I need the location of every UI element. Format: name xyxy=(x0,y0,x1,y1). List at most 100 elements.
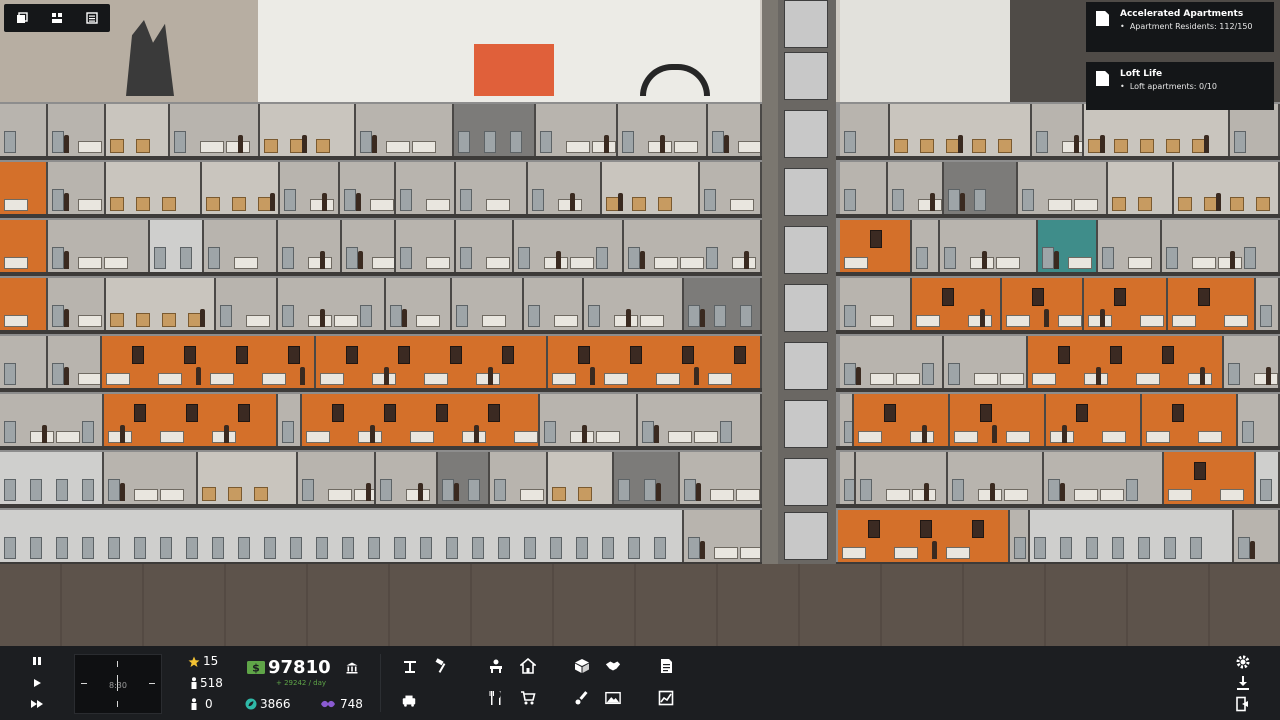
tenant-worker[interactable] xyxy=(660,135,665,153)
room-storage[interactable] xyxy=(548,452,614,504)
room-orange[interactable] xyxy=(0,278,48,330)
shop-cart-icon[interactable] xyxy=(520,690,536,706)
home-icon[interactable] xyxy=(520,658,536,674)
room-office[interactable] xyxy=(940,220,1038,272)
tenant-worker[interactable] xyxy=(358,251,363,269)
room-dark[interactable] xyxy=(614,452,680,504)
hammer-icon[interactable] xyxy=(434,658,450,674)
room-office[interactable] xyxy=(216,278,278,330)
room-office[interactable] xyxy=(204,220,278,272)
room-office[interactable] xyxy=(48,104,106,156)
room-office[interactable] xyxy=(524,278,584,330)
room-orange[interactable] xyxy=(854,394,950,446)
room-office[interactable] xyxy=(280,162,340,214)
room-office[interactable] xyxy=(584,278,684,330)
room-office[interactable] xyxy=(1010,510,1030,562)
elevator-car[interactable] xyxy=(784,342,828,390)
room-office[interactable] xyxy=(376,452,438,504)
room-office[interactable] xyxy=(0,394,104,446)
room-orange[interactable] xyxy=(104,394,278,446)
room-office[interactable] xyxy=(624,220,762,272)
tenant-worker[interactable] xyxy=(320,309,325,327)
elevator-car[interactable] xyxy=(784,226,828,274)
tenant-worker[interactable] xyxy=(582,425,587,443)
room-office[interactable] xyxy=(48,220,150,272)
construct-icon[interactable] xyxy=(402,658,418,674)
handshake-icon[interactable] xyxy=(605,658,621,674)
room-storage[interactable] xyxy=(198,452,298,504)
room-office[interactable] xyxy=(700,162,762,214)
tenant-worker[interactable] xyxy=(64,309,69,327)
room-office[interactable] xyxy=(638,394,762,446)
elevator-car[interactable] xyxy=(784,52,828,100)
tenant-worker[interactable] xyxy=(1044,309,1049,327)
tenant-worker[interactable] xyxy=(694,367,699,385)
room-orange[interactable] xyxy=(950,394,1046,446)
room-office[interactable] xyxy=(680,452,762,504)
room-orange[interactable] xyxy=(548,336,762,388)
tenant-worker[interactable] xyxy=(1204,135,1209,153)
room-storage[interactable] xyxy=(1108,162,1174,214)
room-office[interactable] xyxy=(1032,104,1084,156)
room-office[interactable] xyxy=(1018,162,1108,214)
tenant-worker[interactable] xyxy=(488,367,493,385)
stats-icon[interactable] xyxy=(658,690,674,706)
tenant-worker[interactable] xyxy=(924,483,929,501)
room-office[interactable] xyxy=(840,336,944,388)
windowed-icon[interactable] xyxy=(16,12,28,24)
room-office[interactable] xyxy=(278,278,386,330)
document-icon[interactable] xyxy=(658,658,674,674)
tenant-worker[interactable] xyxy=(402,309,407,327)
tenant-worker[interactable] xyxy=(696,483,701,501)
room-orange[interactable] xyxy=(912,278,1002,330)
exit-icon[interactable] xyxy=(1235,696,1251,712)
room-dark[interactable] xyxy=(438,452,490,504)
tenant-worker[interactable] xyxy=(700,541,705,559)
room-office[interactable] xyxy=(396,220,456,272)
tenant-worker[interactable] xyxy=(64,193,69,211)
room-orange[interactable] xyxy=(1164,452,1256,504)
tenant-worker[interactable] xyxy=(654,425,659,443)
tenant-worker[interactable] xyxy=(626,309,631,327)
room-storage[interactable] xyxy=(1174,162,1280,214)
room-storage[interactable] xyxy=(106,104,170,156)
download-icon[interactable] xyxy=(1235,675,1251,691)
room-office[interactable] xyxy=(1098,220,1162,272)
tenant-worker[interactable] xyxy=(982,251,987,269)
room-storage[interactable] xyxy=(106,278,216,330)
room-office[interactable] xyxy=(456,220,514,272)
tenant-worker[interactable] xyxy=(1250,541,1255,559)
room-office[interactable] xyxy=(948,452,1044,504)
tenant-worker[interactable] xyxy=(238,135,243,153)
tenant-worker[interactable] xyxy=(366,483,371,501)
room-storage[interactable] xyxy=(890,104,1032,156)
room-empty[interactable] xyxy=(150,220,204,272)
tenant-worker[interactable] xyxy=(618,193,623,211)
room-office[interactable] xyxy=(912,220,940,272)
room-office[interactable] xyxy=(840,394,854,446)
tenant-worker[interactable] xyxy=(454,483,459,501)
tenant-worker[interactable] xyxy=(120,425,125,443)
tenant-worker[interactable] xyxy=(932,541,937,559)
tenant-worker[interactable] xyxy=(320,251,325,269)
room-office[interactable] xyxy=(1238,394,1280,446)
tower-view[interactable]: Accelerated Apartments • Apartment Resid… xyxy=(0,0,1280,646)
tenant-worker[interactable] xyxy=(958,135,963,153)
room-office[interactable] xyxy=(170,104,260,156)
room-orange[interactable] xyxy=(1084,278,1168,330)
notification-accelerated-apartments[interactable]: Accelerated Apartments • Apartment Resid… xyxy=(1086,2,1274,52)
room-office[interactable] xyxy=(0,336,48,388)
room-orange[interactable] xyxy=(0,220,48,272)
room-empty[interactable] xyxy=(1256,452,1280,504)
tenant-worker[interactable] xyxy=(656,483,661,501)
tenant-worker[interactable] xyxy=(120,483,125,501)
room-office[interactable] xyxy=(340,162,396,214)
tenant-worker[interactable] xyxy=(556,251,561,269)
office-desk-icon[interactable] xyxy=(488,658,504,674)
room-storage[interactable] xyxy=(602,162,700,214)
room-office[interactable] xyxy=(528,162,602,214)
elevator-car[interactable] xyxy=(784,168,828,216)
tenant-worker[interactable] xyxy=(570,193,575,211)
tenant-worker[interactable] xyxy=(64,135,69,153)
list-icon[interactable] xyxy=(86,12,99,24)
